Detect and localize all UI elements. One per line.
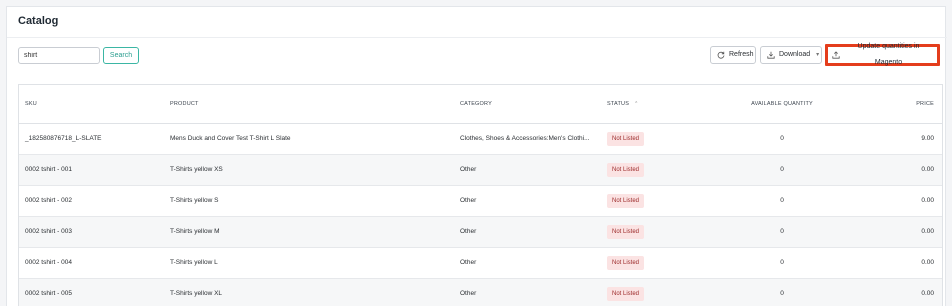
cell-quantity: 0 — [724, 123, 834, 155]
column-header-status-label: STATUS — [607, 100, 630, 107]
cell-price: 0.00 — [834, 247, 942, 279]
table-row[interactable]: 0002 tshirt - 003 T-Shirts yellow M Othe… — [19, 216, 942, 248]
cell-product: T-Shirts yellow XS — [164, 154, 454, 186]
column-header-product[interactable]: PRODUCT — [164, 85, 454, 124]
column-header-available-quantity[interactable]: AVAILABLE QUANTITY — [724, 85, 834, 124]
sort-ascending-icon[interactable]: ⌃ — [634, 101, 638, 107]
refresh-icon — [717, 51, 725, 59]
cell-product: T-Shirts yellow M — [164, 216, 454, 248]
download-button[interactable]: Download ▾ — [760, 46, 822, 64]
column-header-status[interactable]: STATUS ⌃ — [601, 85, 724, 124]
cell-sku: 0002 tshirt - 005 — [19, 278, 164, 306]
update-quantities-label: Update quantities in Magento — [857, 43, 920, 66]
cell-status: Not Listed — [601, 123, 724, 155]
cell-sku: _182580876718_L-SLATE — [19, 123, 164, 155]
cell-product: T-Shirts yellow L — [164, 247, 454, 279]
status-badge: Not Listed — [607, 193, 645, 208]
update-quantities-button[interactable]: Update quantities in Magento — [825, 43, 940, 66]
cell-price: 0.00 — [834, 216, 942, 248]
cell-status: Not Listed — [601, 278, 724, 306]
page-title: Catalog — [18, 15, 59, 27]
cell-sku: 0002 tshirt - 002 — [19, 185, 164, 217]
cell-category: Other — [454, 247, 601, 279]
download-label: Download — [779, 51, 811, 58]
cell-sku: 0002 tshirt - 001 — [19, 154, 164, 186]
search-button[interactable]: Search — [103, 47, 139, 64]
cell-price: 0.00 — [834, 154, 942, 186]
search-input[interactable] — [18, 47, 100, 64]
cell-status: Not Listed — [601, 185, 724, 217]
cell-product: T-Shirts yellow XL — [164, 278, 454, 306]
cell-category: Clothes, Shoes & Accessories:Men's Cloth… — [454, 123, 601, 155]
cell-quantity: 0 — [724, 278, 834, 306]
title-divider — [7, 37, 947, 38]
cell-category: Other — [454, 216, 601, 248]
cell-quantity: 0 — [724, 154, 834, 186]
upload-icon — [832, 51, 840, 59]
cell-product: Mens Duck and Cover Test T-Shirt L Slate — [164, 123, 454, 155]
cell-category: Other — [454, 278, 601, 306]
cell-price: 9.00 — [834, 123, 942, 155]
catalog-card: Catalog Search Refresh Download ▾ Update… — [6, 6, 947, 306]
cell-category: Other — [454, 154, 601, 186]
table-row[interactable]: 0002 tshirt - 002 T-Shirts yellow S Othe… — [19, 185, 942, 217]
status-badge: Not Listed — [607, 162, 645, 177]
catalog-table: SKU PRODUCT CATEGORY STATUS ⌃ AVAILABLE Q… — [18, 84, 943, 306]
status-badge: Not Listed — [607, 224, 645, 239]
cell-category: Other — [454, 185, 601, 217]
status-badge: Not Listed — [607, 131, 645, 146]
table-row[interactable]: 0002 tshirt - 004 T-Shirts yellow L Othe… — [19, 247, 942, 279]
table-row[interactable]: 0002 tshirt - 005 T-Shirts yellow XL Oth… — [19, 278, 942, 306]
table-row[interactable]: _182580876718_L-SLATE Mens Duck and Cove… — [19, 123, 942, 155]
cell-price: 0.00 — [834, 278, 942, 306]
cell-status: Not Listed — [601, 154, 724, 186]
cell-quantity: 0 — [724, 185, 834, 217]
column-header-sku[interactable]: SKU — [19, 85, 164, 124]
status-badge: Not Listed — [607, 286, 645, 301]
table-header-row: SKU PRODUCT CATEGORY STATUS ⌃ AVAILABLE Q… — [19, 85, 942, 124]
status-badge: Not Listed — [607, 255, 645, 270]
cell-sku: 0002 tshirt - 004 — [19, 247, 164, 279]
cell-quantity: 0 — [724, 247, 834, 279]
cell-quantity: 0 — [724, 216, 834, 248]
refresh-label: Refresh — [729, 51, 754, 58]
cell-status: Not Listed — [601, 247, 724, 279]
table-row[interactable]: 0002 tshirt - 001 T-Shirts yellow XS Oth… — [19, 154, 942, 186]
download-icon — [767, 51, 775, 59]
cell-sku: 0002 tshirt - 003 — [19, 216, 164, 248]
column-header-category[interactable]: CATEGORY — [454, 85, 601, 124]
cell-product: T-Shirts yellow S — [164, 185, 454, 217]
chevron-down-icon: ▾ — [816, 52, 820, 58]
cell-status: Not Listed — [601, 216, 724, 248]
column-header-price[interactable]: PRICE — [834, 85, 942, 124]
refresh-button[interactable]: Refresh — [710, 46, 756, 64]
cell-price: 0.00 — [834, 185, 942, 217]
